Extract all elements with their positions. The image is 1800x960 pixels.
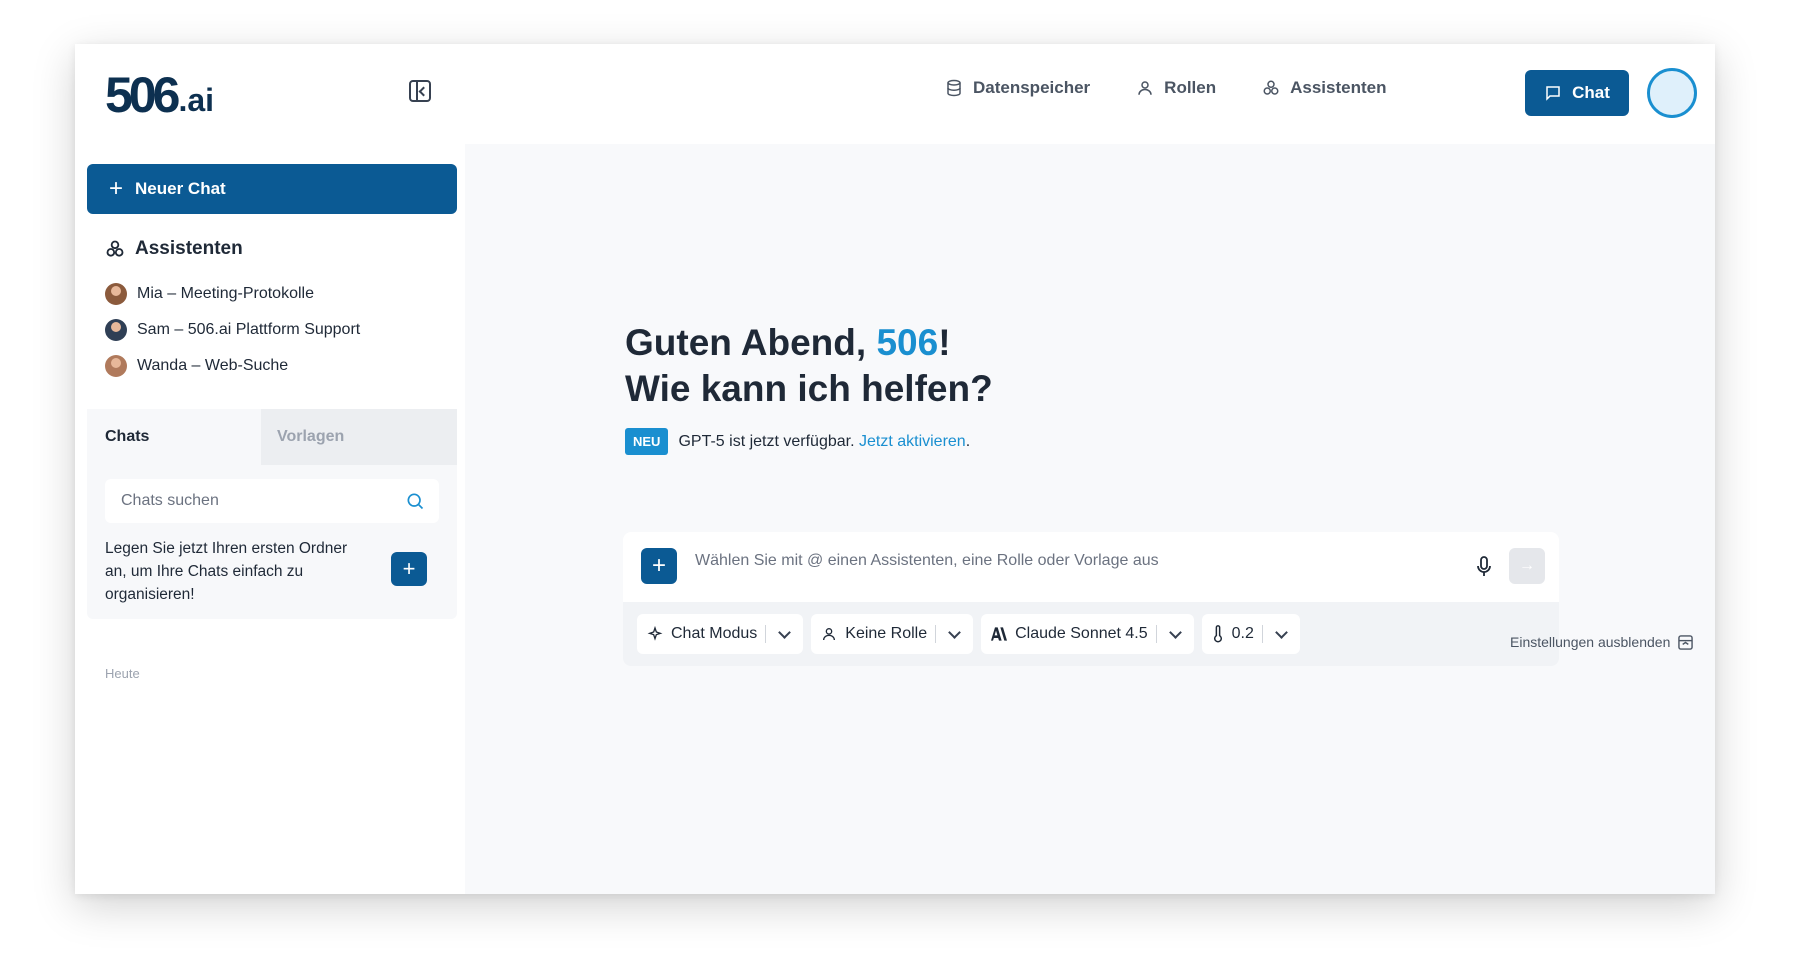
activate-link[interactable]: Jetzt aktivieren [859, 433, 966, 450]
chevron-down-icon [1168, 625, 1182, 639]
panel-collapse-icon [1678, 634, 1694, 650]
avatar [105, 355, 127, 377]
hide-settings-label: Einstellungen ausblenden [1510, 634, 1671, 650]
plus-icon: + [402, 556, 416, 581]
hide-settings-link[interactable]: Einstellungen ausblenden [1510, 634, 1694, 650]
composer-settings: Chat Modus Keine Rolle Claude Sonnet 4.5 [637, 614, 1300, 654]
logo-suffix: .ai [178, 82, 215, 118]
greeting: Guten Abend, 506! Wie kann ich helfen? [625, 320, 993, 412]
thermometer-icon [1213, 625, 1222, 643]
nav-rollen-label: Rollen [1164, 78, 1217, 97]
temperature-value: 0.2 [1231, 625, 1254, 642]
temperature-select[interactable]: 0.2 [1201, 614, 1300, 654]
nav-rollen[interactable]: Rollen [1136, 78, 1216, 98]
search-icon[interactable] [405, 491, 425, 511]
assistants-icon [106, 240, 124, 257]
model-select-label: Claude Sonnet 4.5 [1015, 625, 1148, 642]
collapse-sidebar-icon[interactable] [409, 80, 431, 102]
main-area: Guten Abend, 506! Wie kann ich helfen? N… [465, 144, 1715, 894]
assistants-heading: Assistenten [105, 238, 243, 260]
assistants-list: Mia – Meeting-Protokolle Sam – 506.ai Pl… [105, 276, 360, 384]
chevron-down-icon [778, 625, 792, 639]
plus-icon: + [651, 552, 666, 579]
mode-select-label: Chat Modus [671, 625, 758, 642]
divider [765, 625, 767, 643]
assistant-mia[interactable]: Mia – Meeting-Protokolle [105, 276, 360, 312]
chevron-down-icon [1275, 625, 1288, 639]
assistants-icon [1263, 80, 1279, 95]
chats-panel: Chats Vorlagen Legen Sie jetzt Ihren ers… [87, 409, 457, 619]
greeting-line-1: Guten Abend, 506! [625, 320, 993, 366]
folder-hint: Legen Sie jetzt Ihren ersten Ordner an, … [105, 540, 348, 603]
top-header: 506 .ai Datenspeicher Rollen Assistenten… [75, 44, 1715, 144]
assistant-label: Mia – Meeting-Protokolle [137, 285, 314, 302]
assistant-label: Sam – 506.ai Plattform Support [137, 321, 361, 338]
new-badge: NEU [625, 428, 669, 455]
plus-icon: + [109, 175, 124, 202]
greeting-prefix: Guten Abend, [625, 322, 877, 363]
role-select[interactable]: Keine Rolle [811, 614, 974, 654]
chevron-down-icon [948, 625, 961, 639]
app-window: 506 .ai Datenspeicher Rollen Assistenten… [75, 44, 1715, 894]
role-select-label: Keine Rolle [845, 625, 928, 642]
nav-datenspeicher[interactable]: Datenspeicher [945, 78, 1090, 98]
database-icon [947, 79, 961, 97]
assistant-label: Wanda – Web-Suche [137, 357, 289, 374]
nav-assistenten-label: Assistenten [1290, 78, 1387, 97]
avatar [105, 319, 127, 341]
nav-datenspeicher-label: Datenspeicher [973, 78, 1091, 97]
announcement: NEU GPT-5 ist jetzt verfügbar. Jetzt akt… [625, 428, 970, 455]
mode-select[interactable]: Chat Modus [637, 614, 804, 654]
greeting-name: 506 [876, 322, 939, 363]
composer-input-row: + → [623, 532, 1559, 602]
announcement-body: GPT-5 ist jetzt verfügbar. [678, 432, 855, 450]
arrow-right-icon: → [1519, 557, 1535, 574]
attach-button[interactable]: + [641, 548, 677, 584]
top-navigation: Datenspeicher Rollen Assistenten [945, 78, 1387, 98]
search-input[interactable] [121, 492, 381, 510]
send-button[interactable]: → [1509, 548, 1545, 584]
group-today-label: Heute [105, 666, 140, 681]
divider [1155, 625, 1157, 643]
announcement-text: GPT-5 ist jetzt verfügbar. Jetzt aktivie… [678, 433, 970, 451]
assistant-wanda[interactable]: Wanda – Web-Suche [105, 348, 360, 384]
chat-bubble-icon [1546, 86, 1560, 101]
chat-search [105, 479, 439, 523]
divider [935, 625, 937, 643]
user-avatar[interactable] [1647, 68, 1697, 118]
assistants-heading-label: Assistenten [135, 238, 243, 259]
new-chat-label: Neuer Chat [135, 179, 226, 198]
sidebar: + Neuer Chat Assistenten Mia – Meeting-P… [75, 144, 465, 894]
message-input[interactable] [695, 552, 1455, 570]
model-select[interactable]: Claude Sonnet 4.5 [981, 614, 1194, 654]
chat-button-label: Chat [1572, 83, 1610, 102]
chat-button[interactable]: Chat [1525, 70, 1629, 116]
logo[interactable]: 506 .ai [105, 64, 214, 120]
greeting-suffix: ! [938, 322, 951, 363]
microphone-icon[interactable] [1476, 556, 1492, 578]
sparkle-icon [647, 626, 663, 641]
nav-assistenten[interactable]: Assistenten [1262, 78, 1387, 98]
add-folder-button[interactable]: + [391, 552, 427, 586]
user-icon [823, 628, 836, 641]
composer: + → Chat Modus Keine Rolle [623, 532, 1559, 666]
assistant-sam[interactable]: Sam – 506.ai Plattform Support [105, 312, 360, 348]
tab-chats[interactable]: Chats [87, 409, 261, 465]
logo-main: 506 [105, 67, 180, 123]
greeting-line-2: Wie kann ich helfen? [625, 368, 993, 409]
announcement-end: . [965, 432, 971, 450]
user-icon [1138, 81, 1152, 95]
divider [1261, 625, 1263, 643]
tab-vorlagen[interactable]: Vorlagen [261, 409, 457, 465]
anthropic-icon [991, 627, 1008, 641]
avatar [105, 283, 127, 305]
new-chat-button[interactable]: + Neuer Chat [87, 164, 457, 214]
